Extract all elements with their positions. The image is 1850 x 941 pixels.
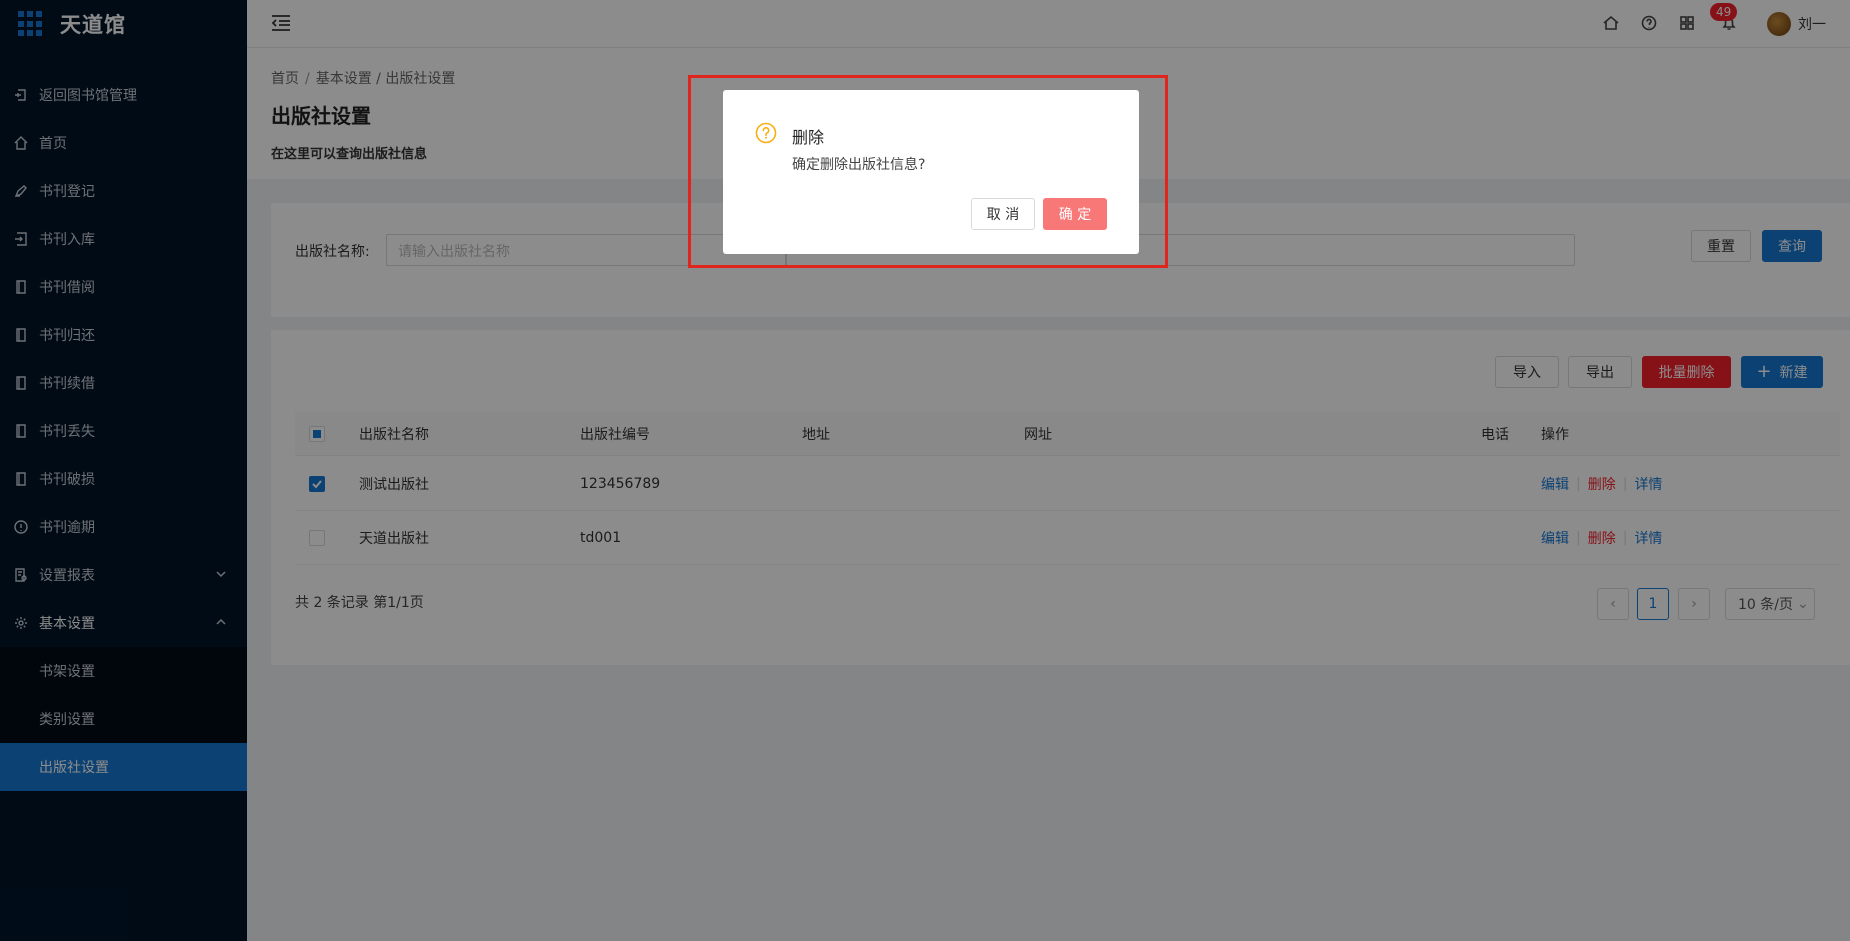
- modal-content: 确定删除出版社信息?: [792, 157, 926, 173]
- modal-title: 删除: [792, 128, 825, 147]
- question-circle-icon: [755, 122, 777, 144]
- confirm-button[interactable]: 确 定: [1043, 198, 1107, 230]
- cancel-button[interactable]: 取 消: [971, 198, 1035, 230]
- delete-confirm-modal: 删除 确定删除出版社信息? 取 消 确 定: [723, 90, 1139, 254]
